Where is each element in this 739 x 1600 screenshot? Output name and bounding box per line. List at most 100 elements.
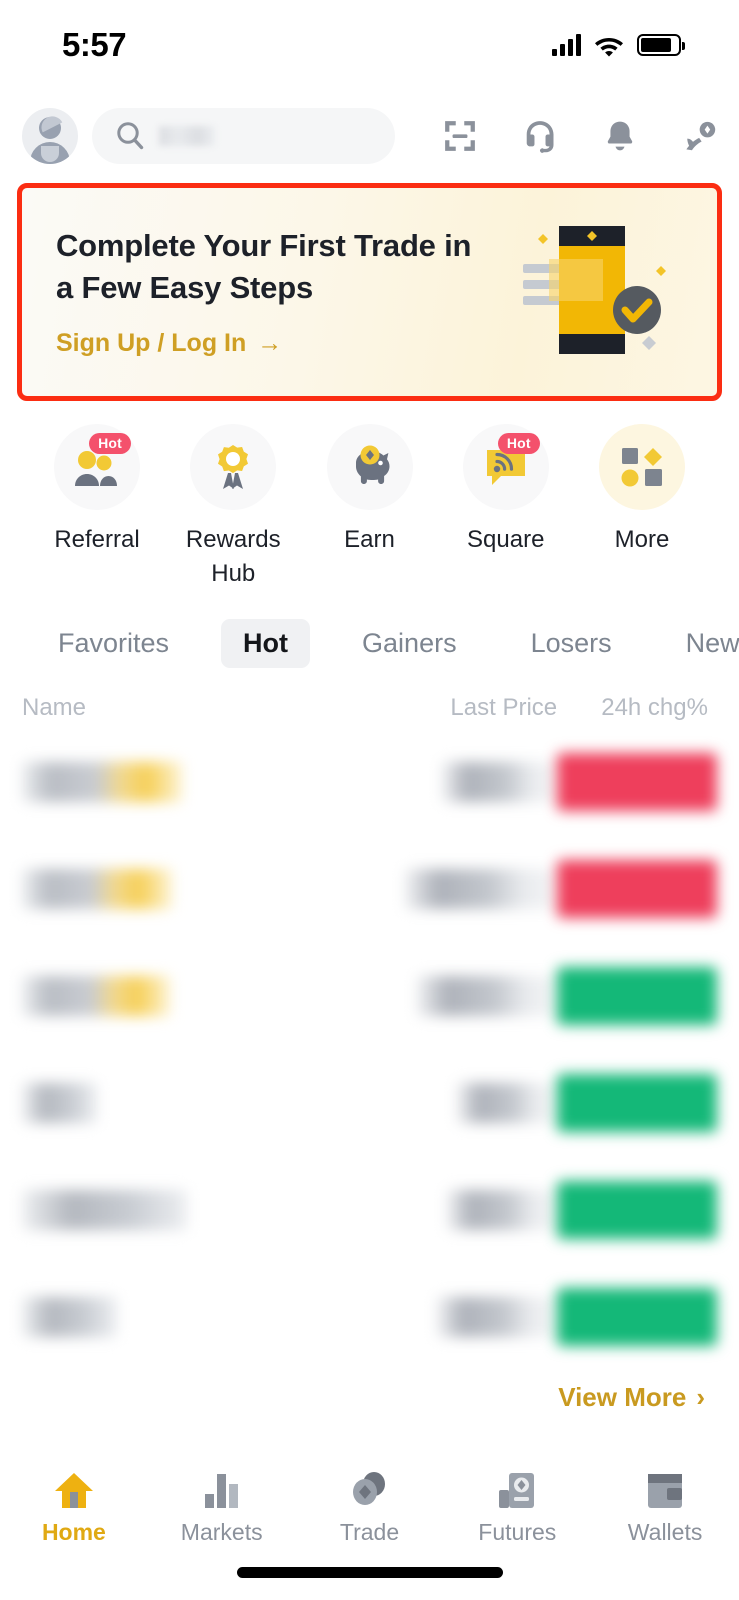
earn-icon-circle bbox=[326, 424, 413, 510]
quick-action-label: Square bbox=[467, 526, 545, 553]
nav-item-wallets[interactable]: Wallets bbox=[591, 1470, 739, 1546]
rewards-hub-icon-circle bbox=[190, 424, 277, 510]
tab-favorites[interactable]: Favorites bbox=[36, 619, 191, 668]
award-ribbon-icon bbox=[218, 445, 249, 489]
redacted-price bbox=[457, 1082, 558, 1123]
market-tab-bar[interactable]: Favorites Hot Gainers Losers New L bbox=[0, 591, 739, 669]
row-change bbox=[557, 1287, 717, 1346]
redacted-change-badge bbox=[557, 1287, 717, 1346]
nav-item-trade[interactable]: Trade bbox=[296, 1470, 444, 1546]
market-table-body bbox=[0, 722, 739, 1370]
grid-shapes-icon bbox=[621, 448, 662, 487]
home-indicator bbox=[236, 1567, 503, 1578]
search-input[interactable] bbox=[92, 108, 395, 164]
row-price bbox=[342, 868, 558, 909]
quick-action-label: Rewards Hub bbox=[185, 526, 281, 588]
tab-new-listing[interactable]: New L bbox=[664, 619, 739, 668]
avatar[interactable] bbox=[22, 108, 78, 164]
row-name bbox=[22, 975, 342, 1016]
trade-coins-icon bbox=[353, 1472, 386, 1505]
quick-action-label: More bbox=[614, 526, 670, 553]
table-row[interactable] bbox=[22, 835, 717, 942]
column-header-name: Name bbox=[22, 694, 87, 722]
row-name bbox=[22, 1189, 342, 1230]
signup-login-link[interactable]: Sign Up / Log In → bbox=[56, 329, 471, 358]
redacted-name bbox=[22, 1189, 187, 1230]
promo-banner-text: Complete Your First Trade in a Few Easy … bbox=[56, 225, 471, 358]
nav-label: Wallets bbox=[627, 1519, 703, 1545]
row-price bbox=[342, 975, 558, 1016]
quick-action-referral[interactable]: Hot Referral bbox=[38, 424, 156, 591]
row-change bbox=[557, 752, 717, 811]
row-price bbox=[342, 1082, 558, 1123]
nav-label: Trade bbox=[339, 1519, 400, 1545]
redacted-price bbox=[447, 1189, 558, 1230]
row-price bbox=[342, 1189, 558, 1230]
row-name bbox=[22, 1082, 342, 1123]
quick-action-earn[interactable]: Earn bbox=[311, 424, 429, 591]
table-row[interactable] bbox=[22, 1049, 717, 1156]
tab-hot[interactable]: Hot bbox=[221, 619, 311, 669]
bell-notification-icon[interactable] bbox=[603, 119, 637, 153]
row-name bbox=[22, 761, 342, 802]
tab-gainers[interactable]: Gainers bbox=[340, 619, 479, 668]
column-header-price: Last Price bbox=[450, 694, 558, 722]
redacted-price bbox=[417, 975, 558, 1016]
nav-label: Futures bbox=[478, 1519, 557, 1545]
nav-label: Home bbox=[41, 1519, 106, 1545]
headset-support-icon[interactable] bbox=[523, 119, 557, 153]
header-icon-group bbox=[443, 119, 717, 153]
hand-coin-deposit-icon[interactable] bbox=[683, 119, 717, 153]
promo-banner-wrapper: Complete Your First Trade in a Few Easy … bbox=[0, 183, 739, 401]
redacted-name bbox=[22, 868, 172, 909]
table-row[interactable] bbox=[22, 728, 717, 835]
quick-action-label: Earn bbox=[344, 526, 395, 553]
nav-item-home[interactable]: Home bbox=[0, 1470, 148, 1546]
hot-badge: Hot bbox=[89, 433, 131, 455]
battery-icon bbox=[637, 34, 685, 56]
table-row[interactable] bbox=[22, 942, 717, 1049]
quick-action-rewards-hub[interactable]: Rewards Hub bbox=[174, 424, 292, 591]
redacted-change-badge bbox=[557, 1073, 717, 1132]
wifi-icon bbox=[595, 37, 623, 56]
row-change bbox=[557, 966, 717, 1025]
bar-chart-icon bbox=[204, 1474, 238, 1508]
redacted-name bbox=[22, 1082, 97, 1123]
more-icon-circle bbox=[599, 424, 685, 510]
promo-banner[interactable]: Complete Your First Trade in a Few Easy … bbox=[17, 183, 722, 401]
arrow-right-icon: → bbox=[257, 329, 283, 358]
row-change bbox=[557, 859, 717, 918]
tab-losers[interactable]: Losers bbox=[509, 619, 634, 668]
nav-item-markets[interactable]: Markets bbox=[148, 1470, 296, 1546]
status-time: 5:57 bbox=[62, 26, 127, 63]
search-icon bbox=[117, 122, 144, 150]
quick-action-square[interactable]: Hot Square bbox=[447, 424, 565, 591]
table-row[interactable] bbox=[22, 1263, 717, 1370]
chevron-right-icon: › bbox=[696, 1382, 705, 1413]
square-icon-circle: Hot bbox=[462, 424, 549, 510]
nav-label: Markets bbox=[180, 1519, 263, 1545]
redacted-change-badge bbox=[557, 752, 717, 811]
signup-login-label: Sign Up / Log In bbox=[56, 329, 247, 358]
signal-bars-icon bbox=[552, 34, 581, 56]
table-row[interactable] bbox=[22, 1156, 717, 1263]
nav-item-futures[interactable]: Futures bbox=[443, 1470, 591, 1546]
redacted-change-badge bbox=[557, 859, 717, 918]
redacted-price bbox=[442, 761, 558, 802]
row-change bbox=[557, 1180, 717, 1239]
row-name bbox=[22, 1296, 342, 1337]
bottom-navigation: Home Markets Trade Futures Wallets bbox=[0, 1458, 739, 1600]
search-placeholder-text bbox=[159, 126, 215, 146]
row-price bbox=[342, 1296, 558, 1337]
referral-icon-circle: Hot bbox=[54, 424, 140, 510]
redacted-change-badge bbox=[557, 1180, 717, 1239]
redacted-name bbox=[22, 1296, 117, 1337]
phone-checkmark-illustration bbox=[523, 226, 666, 354]
view-more-label: View More bbox=[558, 1382, 687, 1413]
view-more-link[interactable]: View More › bbox=[0, 1370, 739, 1413]
status-bar: 5:57 bbox=[0, 0, 739, 90]
market-table-header: Name Last Price 24h chg% bbox=[0, 668, 739, 722]
quick-action-more[interactable]: More bbox=[583, 424, 701, 591]
qr-scan-icon[interactable] bbox=[443, 119, 477, 153]
redacted-price bbox=[405, 868, 558, 909]
